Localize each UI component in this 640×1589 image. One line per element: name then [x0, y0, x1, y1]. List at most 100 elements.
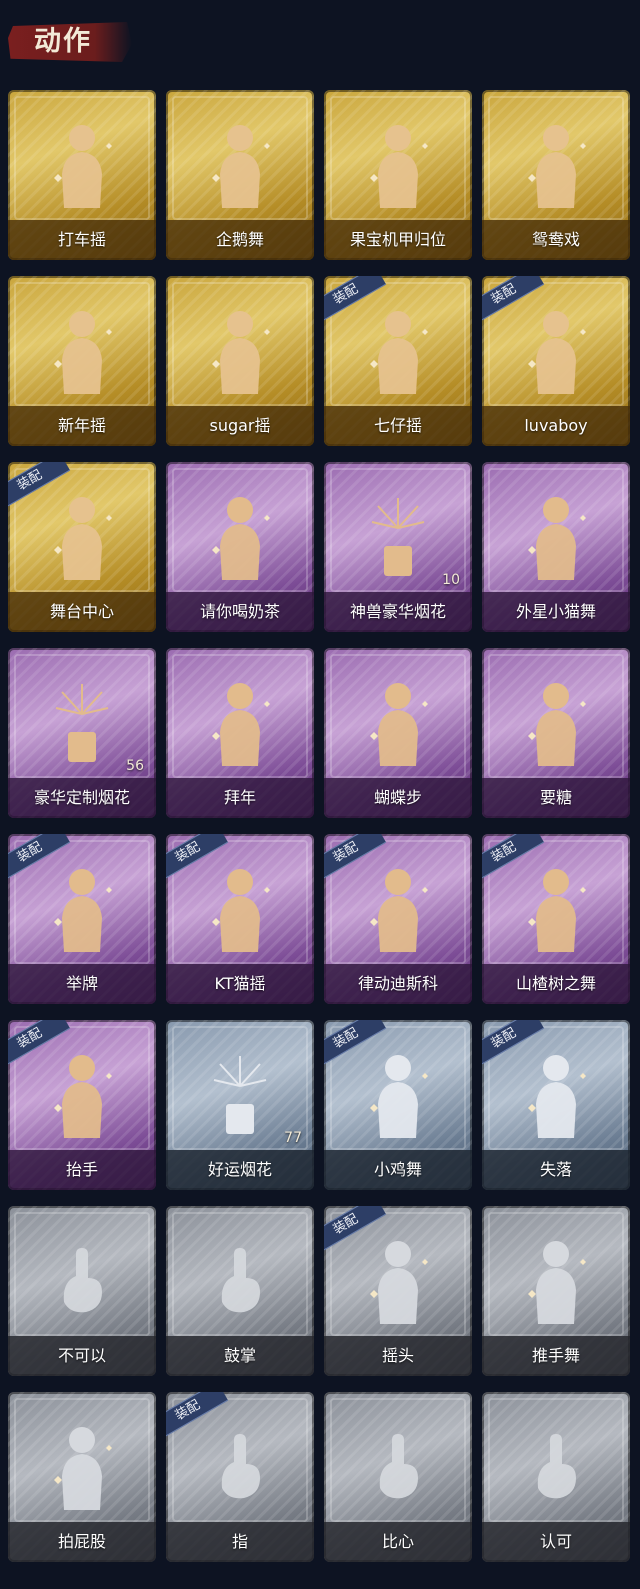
- dance-pose-icon: [42, 116, 122, 212]
- dance-pose-icon: [358, 674, 438, 770]
- action-label: 鸳鸯戏: [531, 230, 580, 249]
- action-label: sugar摇: [209, 416, 271, 435]
- action-label: 打车摇: [57, 230, 106, 249]
- fireworks-can-icon: [200, 1046, 280, 1142]
- clap-hands-icon: [200, 1232, 280, 1328]
- action-card[interactable]: 装配 失落: [482, 1020, 630, 1190]
- item-count: 56: [126, 758, 144, 774]
- dance-pose-icon: [42, 488, 122, 584]
- dance-pose-icon: [358, 116, 438, 212]
- push-hands-icon: [516, 1232, 596, 1328]
- action-card[interactable]: 果宝机甲归位: [324, 90, 472, 260]
- dance-pose-icon: [358, 860, 438, 956]
- shake-head-icon: [358, 1232, 438, 1328]
- action-label: 指: [231, 1532, 248, 1551]
- action-label: 失落: [539, 1160, 572, 1179]
- action-label: 企鹅舞: [215, 230, 264, 249]
- action-card[interactable]: 装配 小鸡舞: [324, 1020, 472, 1190]
- bow-pose-icon: [200, 674, 280, 770]
- fireworks-icon: [358, 488, 438, 584]
- action-label: 拜年: [223, 788, 256, 807]
- action-card[interactable]: 装配 KT猫摇: [166, 834, 314, 1004]
- action-card[interactable]: 蝴蝶步: [324, 648, 472, 818]
- dance-pose-icon: [358, 302, 438, 398]
- action-label: luvaboy: [524, 416, 588, 435]
- action-label: 认可: [539, 1532, 572, 1551]
- action-label: 请你喝奶茶: [199, 602, 280, 621]
- action-card[interactable]: 装配 舞台中心: [8, 462, 156, 632]
- action-card[interactable]: 装配 举牌: [8, 834, 156, 1004]
- dance-pose-icon: [358, 1046, 438, 1142]
- action-label: 豪华定制烟花: [33, 788, 130, 807]
- action-label: 神兽豪华烟花: [349, 602, 446, 621]
- action-label: 新年摇: [57, 416, 106, 435]
- action-label: 摇头: [381, 1346, 414, 1365]
- action-card[interactable]: 装配 七仔摇: [324, 276, 472, 446]
- dance-pose-icon: [200, 302, 280, 398]
- point-hand-icon: [200, 1418, 280, 1514]
- action-card[interactable]: 装配 摇头: [324, 1206, 472, 1376]
- section-header: 动作: [0, 0, 640, 84]
- banner-pose-icon: [200, 488, 280, 584]
- finger-wag-icon: [42, 1232, 122, 1328]
- raise-hand-icon: [42, 1046, 122, 1142]
- action-label: 好运烟花: [207, 1160, 272, 1179]
- action-card[interactable]: 不可以: [8, 1206, 156, 1376]
- action-card[interactable]: 比心: [324, 1392, 472, 1562]
- action-card[interactable]: 77 好运烟花: [166, 1020, 314, 1190]
- action-label: 小鸡舞: [373, 1160, 422, 1179]
- action-card[interactable]: 打车摇: [8, 90, 156, 260]
- action-card[interactable]: 鼓掌: [166, 1206, 314, 1376]
- action-label: 七仔摇: [373, 416, 422, 435]
- action-card[interactable]: 10 神兽豪华烟花: [324, 462, 472, 632]
- action-label: 外星小猫舞: [515, 602, 596, 621]
- action-card[interactable]: sugar摇: [166, 276, 314, 446]
- dance-pose-icon: [42, 302, 122, 398]
- dance-pose-icon: [516, 860, 596, 956]
- action-card[interactable]: 装配 luvaboy: [482, 276, 630, 446]
- dance-pose-icon: [516, 302, 596, 398]
- fireworks-box-icon: [42, 674, 122, 770]
- pat-pose-icon: [42, 1418, 122, 1514]
- action-label: 举牌: [65, 974, 98, 993]
- page-title: 动作: [34, 26, 92, 57]
- action-label: 律动迪斯科: [357, 974, 438, 993]
- action-card[interactable]: 拜年: [166, 648, 314, 818]
- action-card[interactable]: 认可: [482, 1392, 630, 1562]
- action-label: 抬手: [65, 1160, 98, 1179]
- action-card[interactable]: 拍屁股: [8, 1392, 156, 1562]
- action-card[interactable]: 56 豪华定制烟花: [8, 648, 156, 818]
- dance-pose-icon: [516, 488, 596, 584]
- action-card[interactable]: 请你喝奶茶: [166, 462, 314, 632]
- action-card[interactable]: 装配 律动迪斯科: [324, 834, 472, 1004]
- sign-pose-icon: [42, 860, 122, 956]
- action-card[interactable]: 装配指: [166, 1392, 314, 1562]
- action-card[interactable]: 企鹅舞: [166, 90, 314, 260]
- action-label: 舞台中心: [49, 602, 114, 621]
- crawl-pose-icon: [516, 1046, 596, 1142]
- action-label: 要糖: [539, 788, 572, 807]
- action-label: 推手舞: [531, 1346, 580, 1365]
- dance-pose-icon: [516, 116, 596, 212]
- action-card[interactable]: 鸳鸯戏: [482, 90, 630, 260]
- action-label: 山楂树之舞: [515, 974, 596, 993]
- action-card[interactable]: 新年摇: [8, 276, 156, 446]
- action-card[interactable]: 要糖: [482, 648, 630, 818]
- action-card[interactable]: 装配 抬手: [8, 1020, 156, 1190]
- thumbs-up-icon: [516, 1418, 596, 1514]
- item-count: 77: [284, 1130, 302, 1146]
- action-label: 拍屁股: [57, 1532, 106, 1551]
- dance-pose-icon: [200, 116, 280, 212]
- action-grid: 打车摇 企鹅舞 果宝机甲归位 鸳鸯戏新年摇 sugar摇 装配 七仔摇 装配 luvaboy 装配…: [6, 90, 638, 1568]
- action-card[interactable]: 推手舞: [482, 1206, 630, 1376]
- finger-heart-icon: [358, 1418, 438, 1514]
- action-card[interactable]: 装配 山楂树之舞: [482, 834, 630, 1004]
- action-label: 鼓掌: [223, 1346, 256, 1365]
- action-card[interactable]: 外星小猫舞: [482, 462, 630, 632]
- reach-pose-icon: [516, 674, 596, 770]
- item-count: 10: [442, 572, 460, 588]
- action-label: 果宝机甲归位: [349, 230, 446, 249]
- dance-pose-icon: [200, 860, 280, 956]
- action-label: 不可以: [57, 1346, 106, 1365]
- action-label: KT猫摇: [214, 974, 266, 993]
